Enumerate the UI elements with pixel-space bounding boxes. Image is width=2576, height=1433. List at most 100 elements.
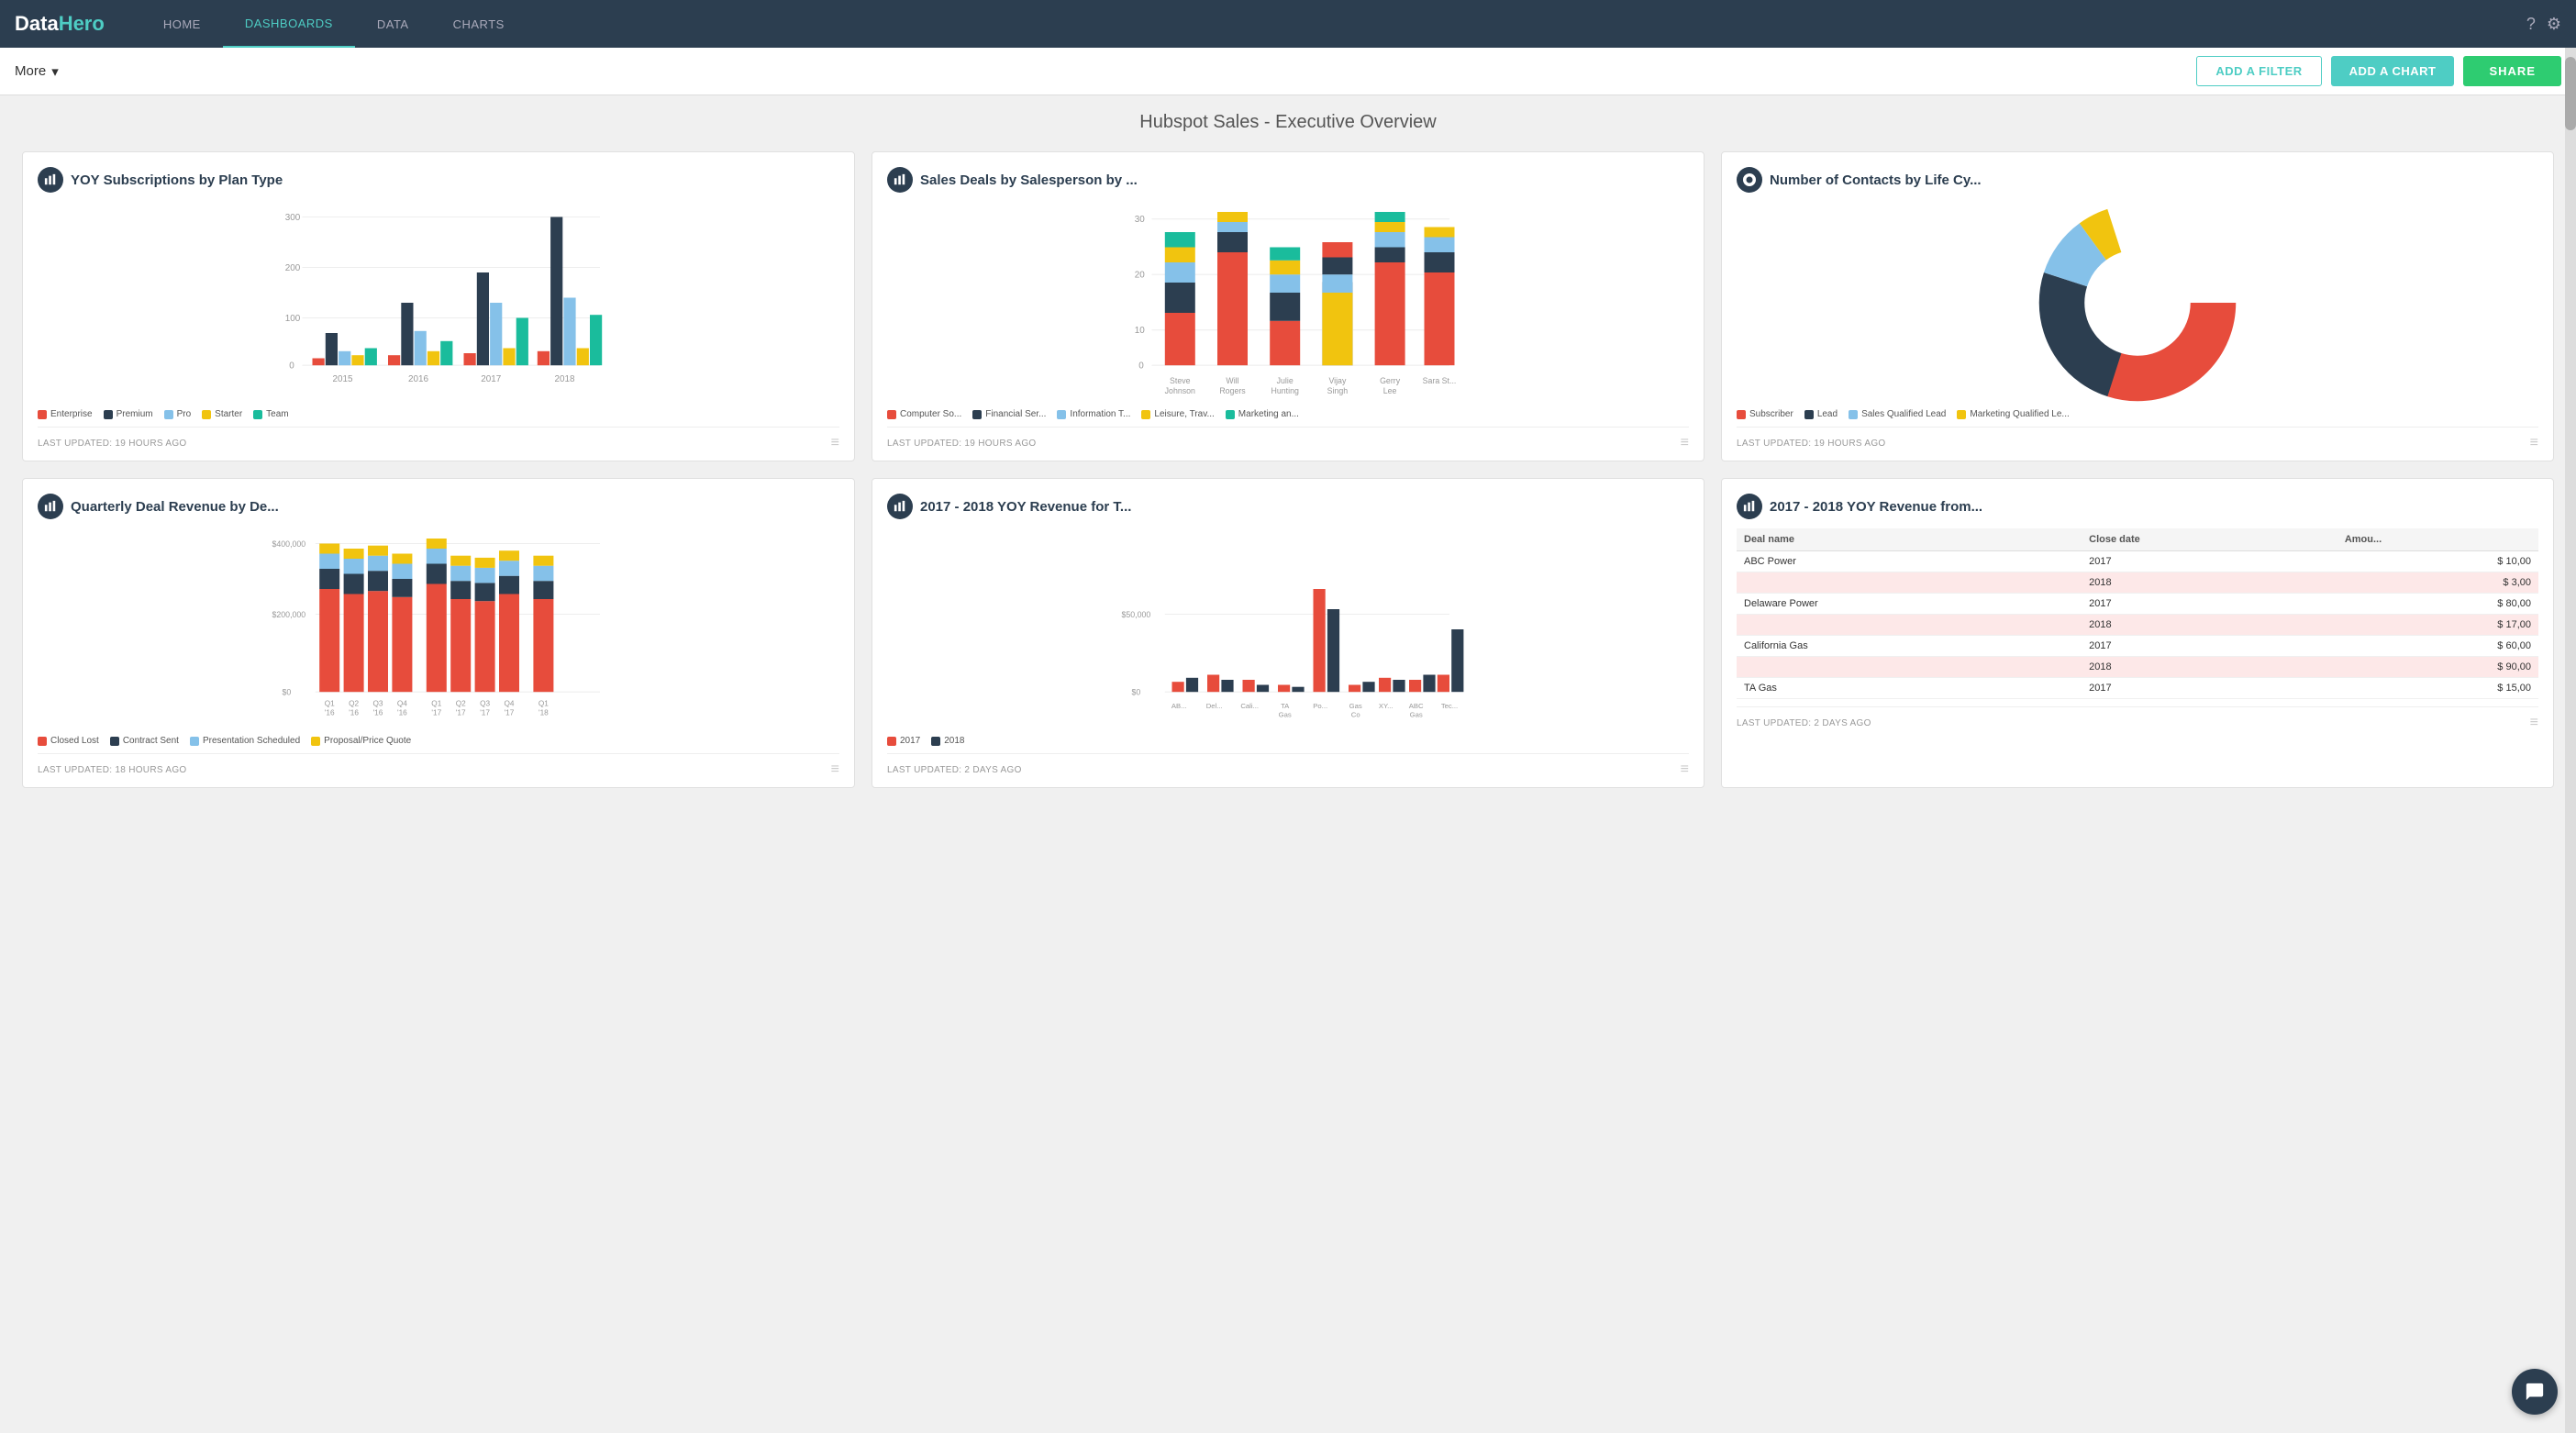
chart-title: YOY Subscriptions by Plan Type [71,172,283,188]
deal-name: Delaware Power [1737,594,2082,615]
svg-text:Julie: Julie [1277,376,1294,385]
chart-menu-icon[interactable]: ≡ [1681,761,1689,778]
svg-text:'17: '17 [480,709,490,717]
more-button[interactable]: More ▾ [15,63,59,80]
close-date: 2018 [2082,572,2337,594]
chart-footer: LAST UPDATED: 19 hours ago ≡ [887,427,1689,451]
chart-menu-icon[interactable]: ≡ [2530,715,2538,731]
deal-name: TA Gas [1737,678,2082,699]
share-button[interactable]: SHARE [2463,56,2561,86]
svg-text:$0: $0 [283,688,292,697]
nav-data[interactable]: DATA [355,0,431,48]
svg-text:Gas: Gas [1410,711,1423,719]
chart-body: Deal name Close date Amou... ABC Power 2… [1737,528,2538,699]
chart-body: 300 200 100 0 [38,202,839,404]
svg-text:$50,000: $50,000 [1122,610,1151,619]
svg-text:Rogers: Rogers [1219,386,1246,395]
chart-header: Sales Deals by Salesperson by ... [887,167,1689,193]
svg-text:10: 10 [1135,326,1146,336]
chart-type-icon [38,167,63,193]
chart-title: Sales Deals by Salesperson by ... [920,172,1138,188]
svg-text:Q1: Q1 [431,700,441,708]
amount: $ 10,00 [2337,551,2538,572]
svg-text:Co: Co [1351,711,1360,719]
help-icon[interactable]: ? [2526,15,2536,34]
chart-type-icon [1737,494,1762,519]
svg-text:0: 0 [289,361,294,372]
amount: $ 60,00 [2337,636,2538,657]
svg-text:'16: '16 [373,709,383,717]
chart-yoy-subscriptions: YOY Subscriptions by Plan Type 300 200 1… [22,151,855,461]
chart-yoy-2017-2018: 2017 - 2018 YOY Revenue for T... $50,000… [872,478,1704,788]
svg-text:'18: '18 [539,709,549,717]
chart-contacts-lifecycle: Number of Contacts by Life Cy... Subscri… [1721,151,2554,461]
svg-text:Tec...: Tec... [1441,702,1458,710]
table-row: TA Gas 2017 $ 15,00 [1737,678,2538,699]
add-chart-button[interactable]: ADD A CHART [2331,56,2455,86]
chart-title: 2017 - 2018 YOY Revenue for T... [920,499,1131,515]
table-row: Delaware Power 2017 $ 80,00 [1737,594,2538,615]
svg-text:30: 30 [1135,215,1146,225]
svg-text:$200,000: $200,000 [272,610,306,619]
svg-text:Will: Will [1226,376,1238,385]
chart-menu-icon[interactable]: ≡ [831,435,839,451]
chart-title: 2017 - 2018 YOY Revenue from... [1770,499,1982,515]
chart-menu-icon[interactable]: ≡ [2530,435,2538,451]
svg-text:Gas: Gas [1349,702,1362,710]
chart-title: Quarterly Deal Revenue by De... [71,499,279,515]
svg-text:Singh: Singh [1327,386,1349,395]
svg-text:2016: 2016 [408,374,429,384]
svg-text:Gas: Gas [1279,711,1292,719]
svg-text:Q2: Q2 [456,700,466,708]
nav-links: HOME DASHBOARDS DATA CHARTS [141,0,2526,48]
navigation: DataHero HOME DASHBOARDS DATA CHARTS ? ⚙ [0,0,2576,48]
svg-text:300: 300 [285,213,301,223]
chart-header: YOY Subscriptions by Plan Type [38,167,839,193]
nav-dashboards[interactable]: DASHBOARDS [223,0,355,48]
data-table: Deal name Close date Amou... ABC Power 2… [1737,528,2538,699]
scrollbar-track[interactable] [2565,48,2576,1433]
deal-name: ABC Power [1737,551,2082,572]
nav-home[interactable]: HOME [141,0,223,48]
amount: $ 17,00 [2337,615,2538,636]
toolbar: More ▾ ADD A FILTER ADD A CHART SHARE [0,48,2576,95]
chart-type-icon [887,494,913,519]
deal-name [1737,615,2082,636]
svg-text:Q3: Q3 [480,700,490,708]
chart-footer: LAST UPDATED: 2 days ago ≡ [1737,706,2538,731]
svg-text:AB...: AB... [1171,702,1187,710]
chart-body [1737,202,2538,404]
add-filter-button[interactable]: ADD A FILTER [2196,56,2321,86]
svg-text:$0: $0 [1132,688,1141,697]
svg-text:Cali...: Cali... [1240,702,1259,710]
svg-text:TA: TA [1281,702,1290,710]
close-date: 2017 [2082,551,2337,572]
svg-text:'17: '17 [456,709,466,717]
chart-header: Quarterly Deal Revenue by De... [38,494,839,519]
svg-text:200: 200 [285,263,301,273]
svg-text:2015: 2015 [332,374,353,384]
chart-footer: LAST UPDATED: 18 hours ago ≡ [38,753,839,778]
nav-charts[interactable]: CHARTS [431,0,527,48]
svg-text:'17: '17 [505,709,515,717]
svg-text:100: 100 [285,314,301,324]
svg-text:'16: '16 [397,709,407,717]
chart-type-icon [1737,167,1762,193]
chart-yoy-table: 2017 - 2018 YOY Revenue from... Deal nam… [1721,478,2554,788]
svg-text:2018: 2018 [554,374,575,384]
svg-text:'17: '17 [431,709,441,717]
last-updated: LAST UPDATED: 19 hours ago [1737,439,1885,449]
settings-icon[interactable]: ⚙ [2547,15,2561,34]
table-row: 2018 $ 17,00 [1737,615,2538,636]
chart-type-icon [887,167,913,193]
amount: $ 3,00 [2337,572,2538,594]
chart-footer: LAST UPDATED: 2 days ago ≡ [887,753,1689,778]
logo: DataHero [15,12,105,36]
scrollbar-thumb[interactable] [2565,57,2576,130]
chat-button[interactable] [2512,1369,2558,1415]
chevron-down-icon: ▾ [51,63,59,80]
dashboard-grid: YOY Subscriptions by Plan Type 300 200 1… [0,142,2576,810]
close-date: 2018 [2082,615,2337,636]
chart-menu-icon[interactable]: ≡ [1681,435,1689,451]
chart-menu-icon[interactable]: ≡ [831,761,839,778]
